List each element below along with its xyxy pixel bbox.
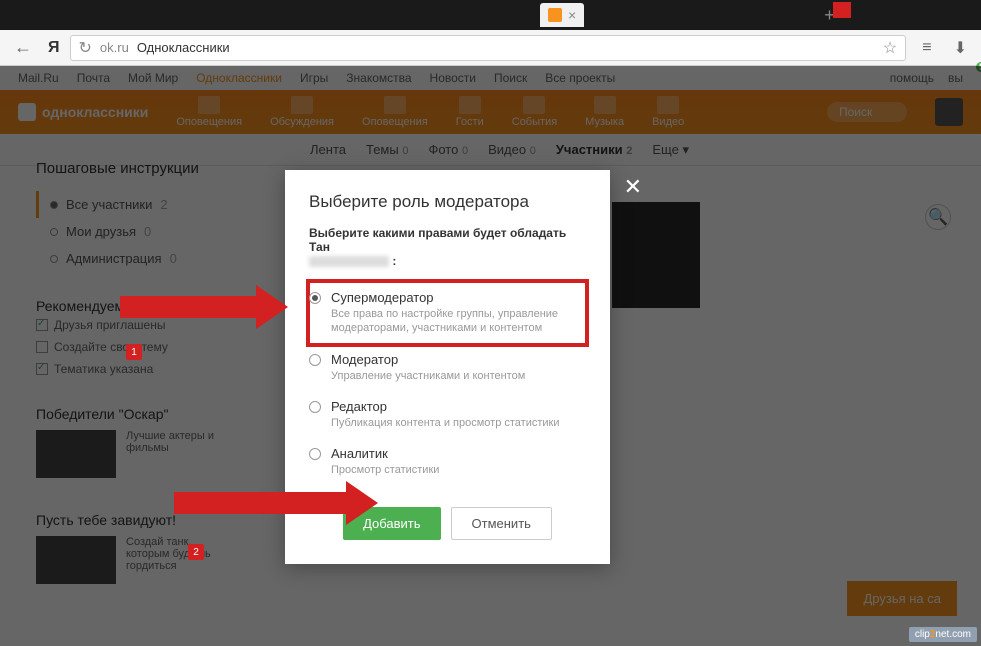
radio-icon <box>309 401 321 413</box>
role-name: Аналитик <box>331 446 586 461</box>
role-editor[interactable]: Редактор Публикация контента и просмотр … <box>309 391 586 438</box>
annotation-arrow-2: 2 <box>174 492 350 514</box>
watermark: clip2net.com <box>909 627 977 642</box>
url-domain: ok.ru <box>100 40 129 55</box>
role-desc: Просмотр статистики <box>331 463 586 477</box>
role-list: Супермодератор Все права по настройке гр… <box>309 282 586 485</box>
ok-favicon <box>548 8 562 22</box>
radio-icon <box>309 354 321 366</box>
role-name: Редактор <box>331 399 586 414</box>
role-moderator[interactable]: Модератор Управление участниками и конте… <box>309 344 586 391</box>
url-title: Одноклассники <box>137 40 230 55</box>
cancel-button[interactable]: Отменить <box>451 507 552 540</box>
radio-icon <box>309 292 321 304</box>
url-field[interactable]: ↻ ok.ru Одноклассники ☆ <box>70 35 907 61</box>
role-name: Супермодератор <box>331 290 586 305</box>
close-icon[interactable]: ✕ <box>624 174 642 200</box>
address-bar: ← Я ↻ ok.ru Одноклассники ☆ ≡ ⬇ <box>0 30 981 66</box>
radio-icon <box>309 448 321 460</box>
role-desc: Управление участниками и контентом <box>331 369 586 383</box>
modal-subtitle: Выберите какими правами будет обладать Т… <box>309 226 586 268</box>
back-button[interactable]: ← <box>8 35 38 60</box>
download-icon[interactable]: ⬇ <box>948 36 973 60</box>
annotation-number: 1 <box>126 344 142 360</box>
role-analyst[interactable]: Аналитик Просмотр статистики <box>309 438 586 485</box>
role-desc: Все права по настройке группы, управлени… <box>331 307 586 336</box>
redacted-name <box>309 256 389 267</box>
role-name: Модератор <box>331 352 586 367</box>
tab-close-icon[interactable]: × <box>568 7 576 23</box>
role-supermoderator[interactable]: Супермодератор Все права по настройке гр… <box>309 282 586 344</box>
annotation-arrow-1: 1 <box>120 296 260 318</box>
annotation-number: 2 <box>188 544 204 560</box>
yandex-icon[interactable]: Я <box>48 39 60 57</box>
browser-tab[interactable]: × <box>540 3 584 27</box>
titlebar-indicator <box>833 2 851 18</box>
bookmark-star-icon[interactable]: ☆ <box>883 38 897 58</box>
modal-title: Выберите роль модератора <box>309 192 586 212</box>
reload-icon[interactable]: ↻ <box>79 38 92 58</box>
menu-icon[interactable]: ≡ <box>916 37 937 59</box>
role-desc: Публикация контента и просмотр статистик… <box>331 416 586 430</box>
